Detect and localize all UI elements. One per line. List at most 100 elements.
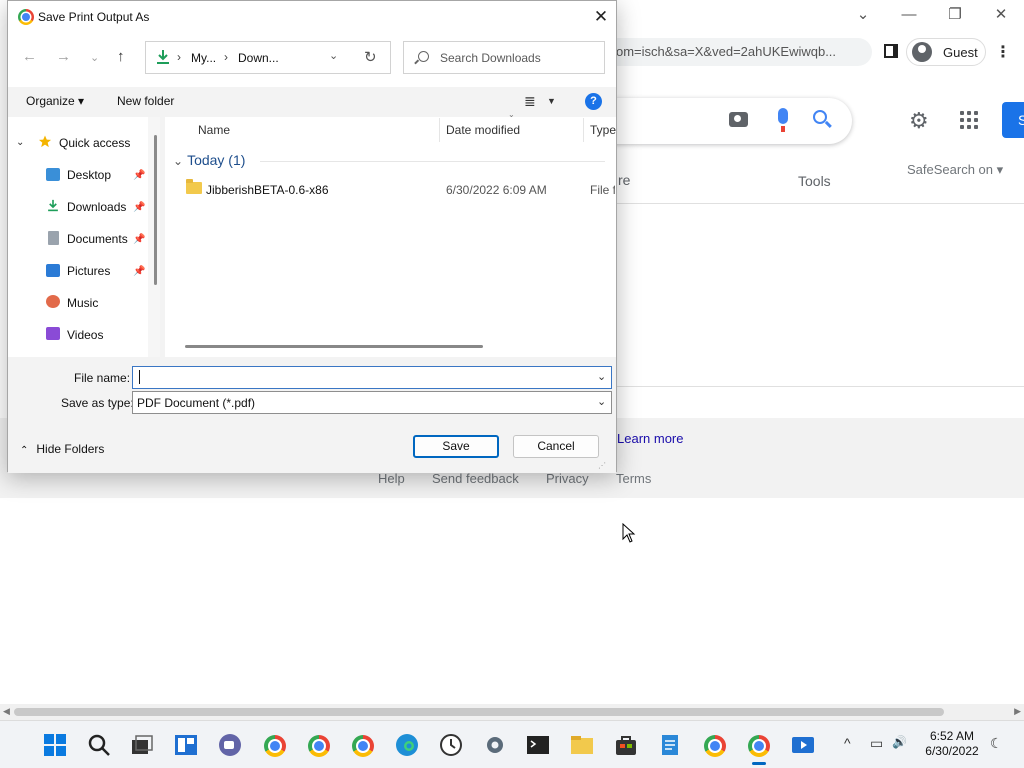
clock-date: 6/30/2022 <box>925 744 979 758</box>
nav-item-music[interactable]: Music <box>67 296 98 310</box>
download-icon <box>48 199 58 212</box>
side-panel-icon[interactable] <box>884 44 898 58</box>
view-dropdown-icon[interactable]: ▼ <box>547 96 556 106</box>
file-list-scrollbar-thumb[interactable] <box>185 345 483 348</box>
browser-close-button[interactable]: ✕ <box>988 4 1014 26</box>
minimize-button[interactable]: — <box>896 4 922 26</box>
recent-locations-button[interactable]: ⌄ <box>90 51 99 64</box>
file-name-input[interactable] <box>139 370 579 385</box>
system-clock[interactable]: 6:52 AM 6/30/2022 <box>920 729 984 759</box>
address-dropdown-icon[interactable]: ⌄ <box>329 49 338 62</box>
nav-item-desktop[interactable]: Desktop <box>67 168 111 182</box>
nav-item-quick-access[interactable]: Quick access <box>59 136 130 150</box>
search-input[interactable] <box>440 49 598 67</box>
column-header-type[interactable]: Type <box>590 123 616 137</box>
chrome-taskbar-icon[interactable] <box>264 735 286 757</box>
forward-button[interactable]: → <box>56 48 71 65</box>
horizontal-scrollbar[interactable]: ◀ ▶ <box>0 704 1024 720</box>
footer-privacy-link[interactable]: Privacy <box>546 471 589 486</box>
gear-icon[interactable]: ⚙ <box>909 110 931 132</box>
search-downloads-box[interactable] <box>403 41 605 74</box>
search-icon[interactable] <box>813 110 827 124</box>
breadcrumb-item[interactable]: Down... <box>238 51 279 65</box>
address-bar[interactable]: om=isch&sa=X&ved=2ahUKEwiwqb... <box>600 38 872 66</box>
teams-chat-icon[interactable] <box>218 733 242 757</box>
task-view-icon[interactable] <box>130 733 154 757</box>
refresh-icon[interactable]: ↻ <box>364 48 377 66</box>
footer-feedback-link[interactable]: Send feedback <box>432 471 519 486</box>
breadcrumb-separator: › <box>177 50 181 64</box>
chrome-profile-taskbar-icon[interactable] <box>704 735 726 757</box>
hide-folders-button[interactable]: ⌃ Hide Folders <box>20 442 104 456</box>
cancel-button[interactable]: Cancel <box>513 435 599 458</box>
file-name-combo[interactable]: ⌄ <box>132 366 612 389</box>
camera-icon[interactable] <box>729 112 748 127</box>
start-icon[interactable] <box>43 733 67 757</box>
notepad-icon[interactable] <box>658 733 682 757</box>
microphone-icon[interactable] <box>778 108 788 132</box>
resize-grip-icon[interactable]: ⋰ <box>598 461 606 470</box>
up-button[interactable]: ↑ <box>117 48 125 65</box>
column-separator[interactable] <box>439 118 440 142</box>
search-tab-partial[interactable]: re <box>618 172 630 188</box>
dialog-title: Save Print Output As <box>38 10 150 24</box>
sign-in-button[interactable]: S <box>1002 102 1024 138</box>
profile-button[interactable]: Guest <box>906 38 986 66</box>
tools-tab[interactable]: Tools <box>798 173 831 189</box>
scroll-right-icon[interactable]: ▶ <box>1014 706 1021 717</box>
store-icon[interactable] <box>614 733 638 757</box>
organize-button[interactable]: Organize ▾ <box>26 94 84 108</box>
file-name[interactable]: JibberishBETA-0.6-x86 <box>206 183 329 197</box>
column-header-name[interactable]: Name <box>198 123 230 137</box>
group-header[interactable]: ⌄ Today (1) <box>173 152 245 168</box>
scrollbar-thumb[interactable] <box>14 708 944 716</box>
restore-button[interactable]: ❐ <box>942 4 968 26</box>
column-separator[interactable] <box>583 118 584 142</box>
apps-grid-icon[interactable] <box>960 111 978 129</box>
chevron-down-icon[interactable]: ⌄ <box>16 137 24 148</box>
learn-more-link[interactable]: Learn more <box>617 431 683 446</box>
tray-overflow-icon[interactable]: ^ <box>844 735 851 751</box>
column-header-date[interactable]: Date modified <box>446 123 520 137</box>
nav-item-documents[interactable]: Documents <box>67 232 128 246</box>
chevron-down-icon[interactable]: ⌄ <box>597 395 606 408</box>
chrome-active-taskbar-icon[interactable] <box>748 735 770 757</box>
media-player-icon[interactable] <box>791 733 815 757</box>
new-folder-button[interactable]: New folder <box>117 94 174 108</box>
dialog-close-button[interactable]: ✕ <box>590 6 612 28</box>
nav-item-downloads[interactable]: Downloads <box>67 200 126 214</box>
clock-app-icon[interactable] <box>439 733 463 757</box>
nav-scrollbar-thumb[interactable] <box>154 135 157 285</box>
nav-item-videos[interactable]: Videos <box>67 328 103 342</box>
nav-item-pictures[interactable]: Pictures <box>67 264 110 278</box>
help-icon[interactable]: ? <box>585 93 602 110</box>
chevron-down-icon[interactable]: ⌄ <box>173 154 183 168</box>
chrome-dev-taskbar-icon[interactable] <box>352 735 374 757</box>
volume-icon[interactable]: 🔊 <box>892 735 907 749</box>
save-as-type-select[interactable]: PDF Document (*.pdf) ⌄ <box>132 391 612 414</box>
edge-icon[interactable] <box>395 733 419 757</box>
scroll-left-icon[interactable]: ◀ <box>3 706 10 717</box>
chrome-logo-icon <box>18 9 34 25</box>
pin-icon: 📌 <box>133 170 146 181</box>
view-options-icon[interactable]: ≣ <box>524 93 536 110</box>
safesearch-toggle[interactable]: SafeSearch on ▾ <box>907 162 1003 178</box>
divider <box>600 203 1024 204</box>
network-icon[interactable]: ▭ <box>870 735 883 752</box>
search-icon[interactable] <box>87 733 111 757</box>
tab-search-button[interactable]: ⌄ <box>850 4 876 26</box>
back-button[interactable]: ← <box>22 48 37 65</box>
address-breadcrumb[interactable]: › My... › Down... ⌄ ↻ <box>145 41 391 74</box>
notifications-icon[interactable]: ☾ <box>990 735 1003 752</box>
breadcrumb-item[interactable]: My... <box>191 51 216 65</box>
chrome-beta-taskbar-icon[interactable] <box>308 735 330 757</box>
menu-icon[interactable]: ⋮ <box>995 42 1011 62</box>
chevron-down-icon[interactable]: ⌄ <box>597 370 606 383</box>
footer-help-link[interactable]: Help <box>378 471 405 486</box>
save-button[interactable]: Save <box>413 435 499 458</box>
terminal-icon[interactable] <box>526 733 550 757</box>
footer-terms-link[interactable]: Terms <box>616 471 651 486</box>
settings-icon[interactable] <box>483 733 507 757</box>
widgets-icon[interactable] <box>174 733 198 757</box>
file-explorer-icon[interactable] <box>570 733 594 757</box>
